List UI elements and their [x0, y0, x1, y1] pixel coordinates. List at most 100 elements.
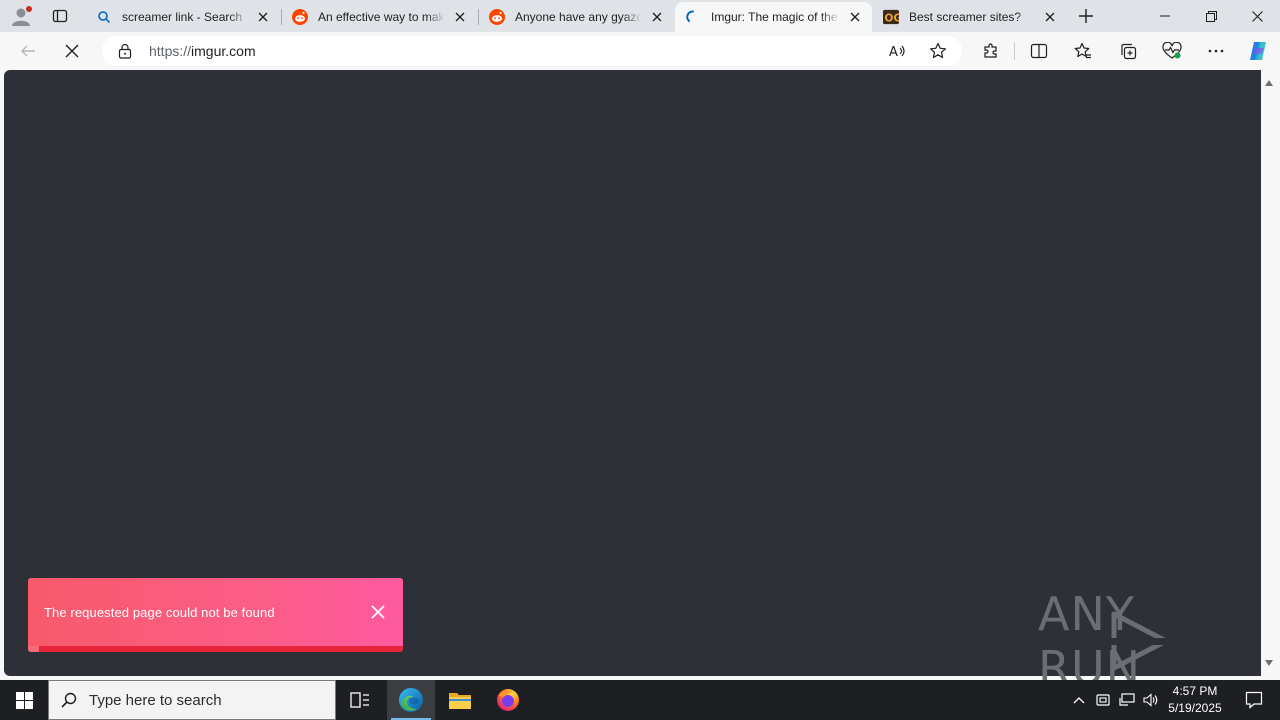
new-tab-button[interactable]: [1074, 5, 1098, 27]
toast-progress-bar: [28, 646, 403, 652]
close-window-button[interactable]: [1234, 0, 1280, 32]
favorites-button[interactable]: [1069, 37, 1097, 65]
toolbar-divider: [1014, 42, 1015, 60]
reddit-icon: [489, 9, 505, 25]
close-icon: [371, 605, 385, 619]
tab-actions-icon: [52, 9, 68, 23]
plus-icon: [1079, 9, 1093, 23]
browser-viewport: The requested page could not be found AN…: [0, 70, 1280, 695]
favorites-icon: [1074, 42, 1091, 59]
minimize-icon: [1160, 15, 1170, 17]
error-toast: The requested page could not be found: [28, 578, 403, 652]
tab-close-icon[interactable]: [1041, 8, 1059, 26]
extensions-button[interactable]: [977, 37, 1005, 65]
toast-close-button[interactable]: [364, 598, 392, 626]
toast-message: The requested page could not be found: [44, 605, 275, 620]
tab-title: Anyone have any gyazo/: [515, 10, 642, 24]
folder-icon: [449, 693, 471, 709]
split-screen-button[interactable]: [1025, 37, 1053, 65]
page-content: The requested page could not be found AN…: [4, 70, 1261, 695]
edge-icon: [399, 688, 423, 712]
tab-close-icon[interactable]: [254, 8, 272, 26]
read-aloud-icon[interactable]: A: [888, 41, 908, 61]
windows-logo-icon: [15, 691, 33, 709]
lock-icon[interactable]: [118, 43, 132, 64]
task-view-icon: [350, 692, 369, 708]
copilot-icon: [1250, 42, 1266, 60]
vertical-scrollbar[interactable]: [1262, 70, 1276, 676]
network-icon: [1119, 693, 1135, 706]
tab-title: screamer link - Search: [122, 10, 243, 24]
profile-button[interactable]: [8, 4, 34, 28]
stop-loading-button[interactable]: [58, 37, 86, 65]
reddit-icon: [292, 9, 308, 25]
tab-best-screamer-sites[interactable]: OG Best screamer sites?: [873, 2, 1067, 32]
firefox-icon: [497, 689, 519, 711]
tab-close-icon[interactable]: [648, 8, 666, 26]
tab-effective-way[interactable]: An effective way to make: [282, 2, 477, 32]
clock-time: 4:57 PM: [1172, 684, 1218, 698]
tab-close-icon[interactable]: [846, 8, 864, 26]
browser-toolbar: https://imgur.com A: [0, 32, 1280, 70]
copilot-button[interactable]: [1244, 37, 1272, 65]
speaker-icon: [1143, 693, 1158, 707]
toast-progress-fill: [28, 646, 40, 652]
heart-pulse-icon: [1162, 42, 1182, 59]
scroll-down-arrow-icon[interactable]: [1264, 658, 1274, 668]
close-icon: [65, 44, 79, 58]
tab-strip: screamer link - Search An effective way …: [0, 0, 1280, 32]
restore-icon: [1205, 10, 1217, 22]
svg-text:A: A: [889, 45, 898, 59]
anyrun-watermark: ANY RUN: [1038, 587, 1234, 695]
notification-dot: [26, 6, 32, 12]
show-hidden-icons-button[interactable]: [1068, 680, 1090, 720]
notification-center-button[interactable]: [1234, 680, 1274, 720]
settings-more-button[interactable]: [1202, 37, 1230, 65]
taskbar-clock[interactable]: 4:57 PM 5/19/2025: [1160, 683, 1230, 717]
search-placeholder: Type here to search: [89, 691, 222, 709]
taskbar-search-box[interactable]: Type here to search: [48, 680, 336, 720]
shield-icon: [1096, 694, 1110, 706]
tab-anyone-have-gyazo[interactable]: Anyone have any gyazo/: [479, 2, 674, 32]
start-button[interactable]: [0, 680, 48, 720]
tab-imgur[interactable]: Imgur: The magic of the Internet: [675, 2, 872, 32]
back-arrow-icon: [21, 45, 35, 57]
taskbar-firefox[interactable]: [484, 680, 532, 720]
minimize-button[interactable]: [1142, 0, 1188, 32]
collections-button[interactable]: [1114, 37, 1142, 65]
tray-network-icon[interactable]: [1116, 680, 1138, 720]
play-logo-icon: [1110, 611, 1170, 671]
tab-title: An effective way to make: [318, 10, 445, 24]
tab-title: Best screamer sites?: [909, 10, 1022, 24]
scroll-up-arrow-icon[interactable]: [1264, 78, 1274, 88]
url-host: imgur.com: [191, 43, 256, 59]
chevron-up-icon: [1073, 697, 1085, 704]
taskbar-file-explorer[interactable]: [436, 680, 484, 720]
close-icon: [1251, 10, 1263, 22]
task-view-button[interactable]: [336, 680, 384, 720]
tab-title: Imgur: The magic of the Internet: [711, 10, 840, 24]
tab-actions-button[interactable]: [48, 6, 72, 26]
url-scheme: https://: [149, 43, 192, 59]
address-bar[interactable]: https://imgur.com A: [102, 36, 962, 66]
restore-button[interactable]: [1188, 0, 1234, 32]
browser-essentials-button[interactable]: [1158, 37, 1186, 65]
tab-close-icon[interactable]: [451, 8, 469, 26]
back-button[interactable]: [14, 37, 42, 65]
tray-security-icon[interactable]: [1092, 680, 1114, 720]
og-icon: OG: [883, 9, 899, 25]
loading-icon: [685, 9, 701, 25]
taskbar-edge[interactable]: [387, 680, 435, 720]
notification-icon: [1245, 691, 1263, 709]
search-icon: [96, 9, 112, 25]
tab-screamer-link-search[interactable]: screamer link - Search: [86, 2, 280, 32]
clock-date: 5/19/2025: [1168, 701, 1222, 715]
puzzle-icon: [984, 43, 997, 58]
windows-taskbar: Type here to search 4:57 PM 5/19/2025: [0, 680, 1280, 720]
favorite-star-icon[interactable]: [928, 41, 948, 61]
search-icon: [49, 680, 89, 720]
tray-volume-icon[interactable]: [1140, 680, 1162, 720]
url-text[interactable]: https://imgur.com: [149, 43, 256, 59]
collections-icon: [1121, 43, 1137, 60]
more-dots-icon: [1208, 49, 1224, 53]
